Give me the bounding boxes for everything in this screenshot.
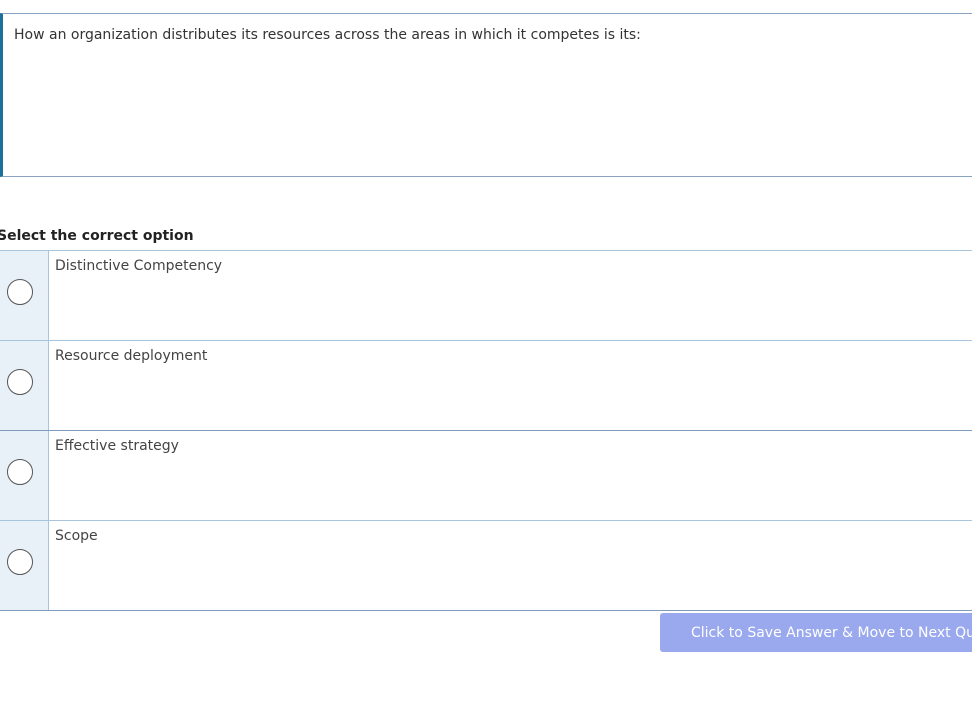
- radio-cell: [0, 341, 49, 430]
- options-list: Distinctive Competency Resource deployme…: [0, 250, 972, 611]
- option-label[interactable]: Effective strategy: [55, 438, 179, 454]
- radio-button[interactable]: [7, 369, 33, 395]
- select-option-label: Select the correct option: [0, 228, 194, 244]
- option-row-scope[interactable]: Scope: [0, 521, 972, 611]
- option-row-distinctive-competency[interactable]: Distinctive Competency: [0, 251, 972, 341]
- question-text: How an organization distributes its reso…: [14, 27, 641, 43]
- radio-cell: [0, 431, 49, 520]
- option-row-effective-strategy[interactable]: Effective strategy: [0, 431, 972, 521]
- option-label[interactable]: Scope: [55, 528, 98, 544]
- save-and-next-button[interactable]: Click to Save Answer & Move to Next Ques…: [660, 613, 972, 652]
- quiz-page: How an organization distributes its reso…: [0, 0, 972, 728]
- radio-button[interactable]: [7, 549, 33, 575]
- question-box: How an organization distributes its reso…: [0, 13, 972, 177]
- radio-cell: [0, 521, 49, 610]
- radio-button[interactable]: [7, 459, 33, 485]
- option-label[interactable]: Distinctive Competency: [55, 258, 222, 274]
- radio-cell: [0, 251, 49, 340]
- radio-button[interactable]: [7, 279, 33, 305]
- option-row-resource-deployment[interactable]: Resource deployment: [0, 341, 972, 431]
- option-label[interactable]: Resource deployment: [55, 348, 207, 364]
